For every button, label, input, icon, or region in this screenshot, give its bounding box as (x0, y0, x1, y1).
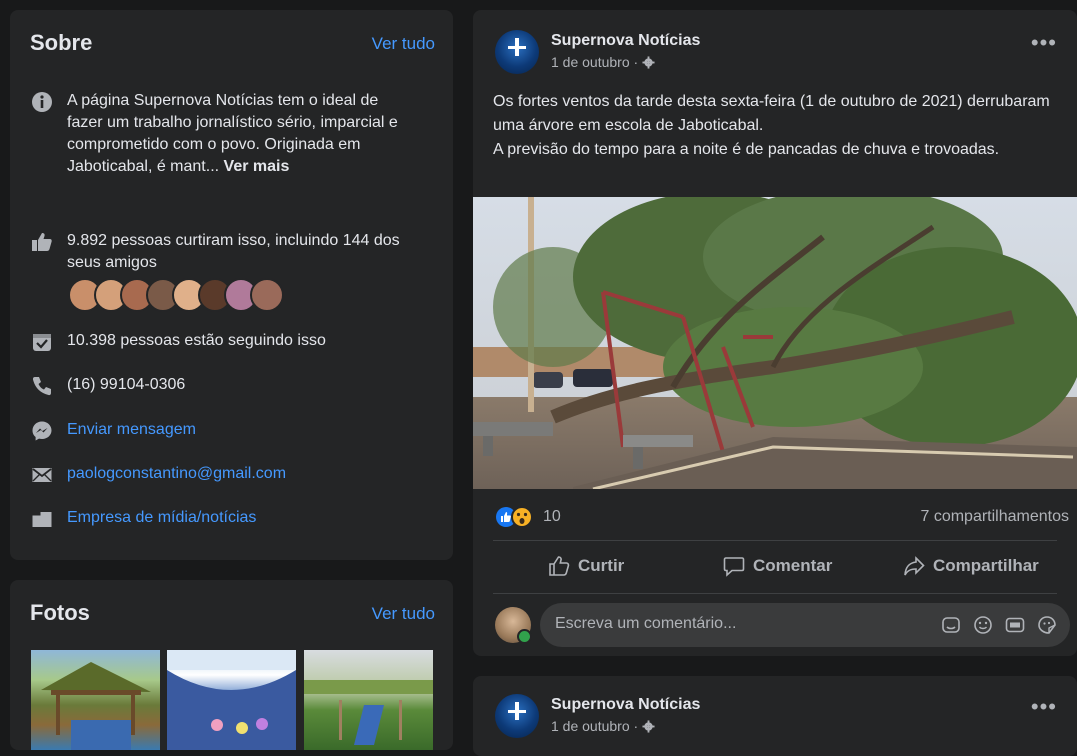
share-icon (904, 556, 925, 576)
gif-icon[interactable] (1004, 614, 1026, 636)
about-description-row: A página Supernova Notícias tem o ideal … (30, 90, 407, 178)
reaction-count[interactable]: 10 (543, 508, 561, 526)
like-icon (549, 556, 570, 576)
comment-placeholder: Escreva um comentário... (555, 615, 737, 632)
post-page-name[interactable]: Supernova Notícias (551, 696, 700, 714)
emoji-icon[interactable] (972, 614, 994, 636)
likes-text: 9.892 pessoas curtiram isso, incluindo 1… (67, 232, 400, 271)
phone-row: (16) 99104-0306 (30, 374, 185, 398)
phone-icon (30, 374, 54, 398)
photos-see-all-link[interactable]: Ver tudo (372, 604, 435, 624)
message-row: Enviar mensagem (30, 419, 196, 443)
email-link[interactable]: paologconstantino@gmail.com (67, 463, 286, 485)
share-label: Compartilhar (933, 556, 1039, 575)
reaction-icons (496, 506, 533, 528)
likes-row: 9.892 pessoas curtiram isso, incluindo 1… (30, 230, 427, 274)
gear-icon (642, 56, 655, 69)
about-title: Sobre (30, 30, 93, 55)
about-description: A página Supernova Notícias tem o ideal … (67, 90, 407, 178)
online-status-dot (517, 629, 532, 644)
send-message-link[interactable]: Enviar mensagem (67, 419, 196, 441)
info-icon (30, 90, 54, 114)
photo-thumbnail[interactable] (304, 650, 433, 750)
post-text: Os fortes ventos da tarde desta sexta-fe… (493, 90, 1063, 162)
divider (493, 540, 1057, 541)
post-text-line: Os fortes ventos da tarde desta sexta-fe… (493, 93, 1050, 134)
thumbs-up-icon (30, 230, 54, 254)
about-see-all-link[interactable]: Ver tudo (372, 34, 435, 54)
like-button[interactable]: Curtir (548, 555, 624, 577)
share-button[interactable]: Compartilhar (903, 555, 1039, 577)
friend-avatars (68, 278, 284, 312)
comment-button[interactable]: Comentar (723, 555, 832, 577)
photo-thumbnail[interactable] (31, 650, 160, 750)
page-avatar[interactable] (495, 30, 539, 74)
avatar[interactable] (250, 278, 284, 312)
messenger-icon (30, 419, 54, 443)
divider (493, 593, 1057, 594)
post-date-text[interactable]: 1 de outubro · (551, 54, 638, 70)
post-card: Supernova Notícias 1 de outubro · ••• (473, 676, 1077, 756)
followers-text: 10.398 pessoas estão seguindo isso (67, 332, 326, 349)
more-options-icon[interactable]: ••• (1031, 694, 1057, 720)
gear-icon (642, 720, 655, 733)
email-row: paologconstantino@gmail.com (30, 463, 286, 487)
post-date[interactable]: 1 de outubro · (551, 54, 655, 70)
reactions-summary[interactable]: 10 (495, 506, 561, 528)
page-avatar[interactable] (495, 694, 539, 738)
post-date[interactable]: 1 de outubro · (551, 718, 655, 734)
mail-icon (30, 463, 54, 487)
category-icon (30, 507, 54, 531)
comment-icon (723, 557, 745, 577)
shares-count[interactable]: 7 compartilhamentos (920, 508, 1069, 526)
comment-input[interactable]: Escreva um comentário... (540, 603, 1070, 647)
see-more-link[interactable]: Ver mais (224, 158, 290, 175)
follow-icon (30, 330, 54, 354)
comment-label: Comentar (753, 556, 833, 575)
like-label: Curtir (578, 556, 625, 575)
photo-thumbnail[interactable] (167, 650, 296, 750)
commenter-avatar[interactable] (495, 607, 532, 644)
about-card: Sobre Ver tudo A página Supernova Notíci… (10, 10, 453, 560)
photos-title: Fotos (30, 600, 90, 625)
phone-text[interactable]: (16) 99104-0306 (67, 374, 185, 396)
post-card: Supernova Notícias 1 de outubro · ••• Os… (473, 10, 1077, 656)
category-link[interactable]: Empresa de mídia/notícias (67, 507, 256, 529)
avatar-sticker-icon[interactable] (940, 614, 962, 636)
sticker-icon[interactable] (1036, 614, 1058, 636)
followers-row: 10.398 pessoas estão seguindo isso (30, 330, 326, 354)
post-photo[interactable] (473, 197, 1077, 489)
more-options-icon[interactable]: ••• (1031, 30, 1057, 56)
post-text-line: A previsão do tempo para a noite é de pa… (493, 141, 1000, 158)
post-page-name[interactable]: Supernova Notícias (551, 32, 700, 50)
category-row: Empresa de mídia/notícias (30, 507, 256, 531)
post-date-text[interactable]: 1 de outubro · (551, 718, 638, 734)
